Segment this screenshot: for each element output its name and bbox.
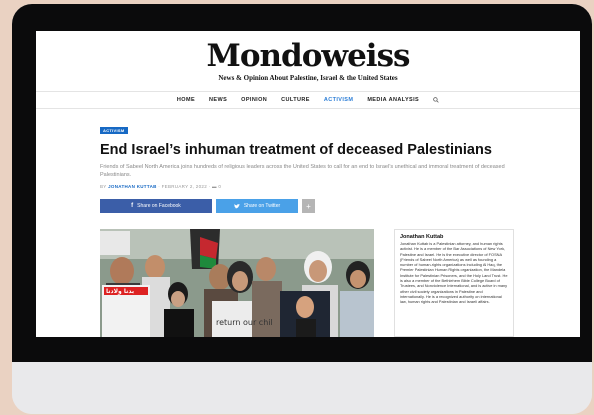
byline: BY JONATHAN KUTTAB · FEBRUARY 2, 2022 · …: [100, 184, 520, 189]
twitter-icon: [233, 203, 240, 208]
bio-author-name[interactable]: Jonathan Kuttab: [400, 234, 508, 240]
nav-item-activism[interactable]: ACTIVISM: [324, 97, 353, 103]
protest-photo-illustration: بدنا ولادنا return our chil: [100, 229, 374, 337]
protest-sign-arabic: بدنا ولادنا: [106, 288, 134, 295]
share-facebook-button[interactable]: f Share on Facebook: [100, 199, 212, 213]
share-facebook-label: Share on Facebook: [137, 203, 181, 209]
masthead: Mondoweiss News & Opinion About Palestin…: [36, 31, 580, 82]
bio-text: Jonathan Kuttab is a Palestinian attorne…: [400, 241, 508, 305]
author-link[interactable]: JONATHAN KUTTAB: [108, 184, 157, 189]
browser-screen: Mondoweiss News & Opinion About Palestin…: [36, 31, 580, 337]
main-nav: HOME NEWS OPINION CULTURE ACTIVISM MEDIA…: [36, 91, 580, 109]
category-tag[interactable]: ACTIVISM: [100, 127, 128, 134]
comment-count[interactable]: 0: [218, 184, 221, 189]
comment-icon[interactable]: ▬: [212, 184, 217, 189]
laptop-chin: [12, 362, 592, 414]
share-bar: f Share on Facebook Share on Twitter +: [100, 199, 315, 213]
article-dek: Friends of Sabeel North America joins hu…: [100, 164, 505, 178]
article-headline: End Israel’s inhuman treatment of deceas…: [100, 142, 492, 158]
article-photo: بدنا ولادنا return our chil: [100, 229, 374, 337]
search-icon[interactable]: [433, 97, 439, 103]
nav-item-media-analysis[interactable]: MEDIA ANALYSIS: [367, 97, 419, 103]
nav-item-culture[interactable]: CULTURE: [281, 97, 310, 103]
nav-item-news[interactable]: NEWS: [209, 97, 227, 103]
laptop-frame: Mondoweiss News & Opinion About Palestin…: [12, 4, 592, 414]
facebook-icon: f: [131, 203, 134, 209]
share-twitter-label: Share on Twitter: [243, 203, 281, 209]
nav-item-home[interactable]: HOME: [177, 97, 195, 103]
site-logo[interactable]: Mondoweiss: [36, 39, 580, 73]
byline-prefix: BY: [100, 184, 107, 189]
share-twitter-button[interactable]: Share on Twitter: [216, 199, 298, 213]
article-header: ACTIVISM End Israel’s inhuman treatment …: [100, 119, 520, 213]
protest-sign-english: return our chil: [216, 318, 273, 327]
author-bio-box: Jonathan Kuttab Jonathan Kuttab is a Pal…: [394, 229, 514, 337]
nav-item-opinion[interactable]: OPINION: [241, 97, 267, 103]
share-more-button[interactable]: +: [302, 199, 315, 213]
publish-date: FEBRUARY 2, 2022: [161, 184, 208, 189]
site-tagline: News & Opinion About Palestine, Israel &…: [218, 74, 398, 82]
screen-bezel: Mondoweiss News & Opinion About Palestin…: [12, 4, 592, 362]
